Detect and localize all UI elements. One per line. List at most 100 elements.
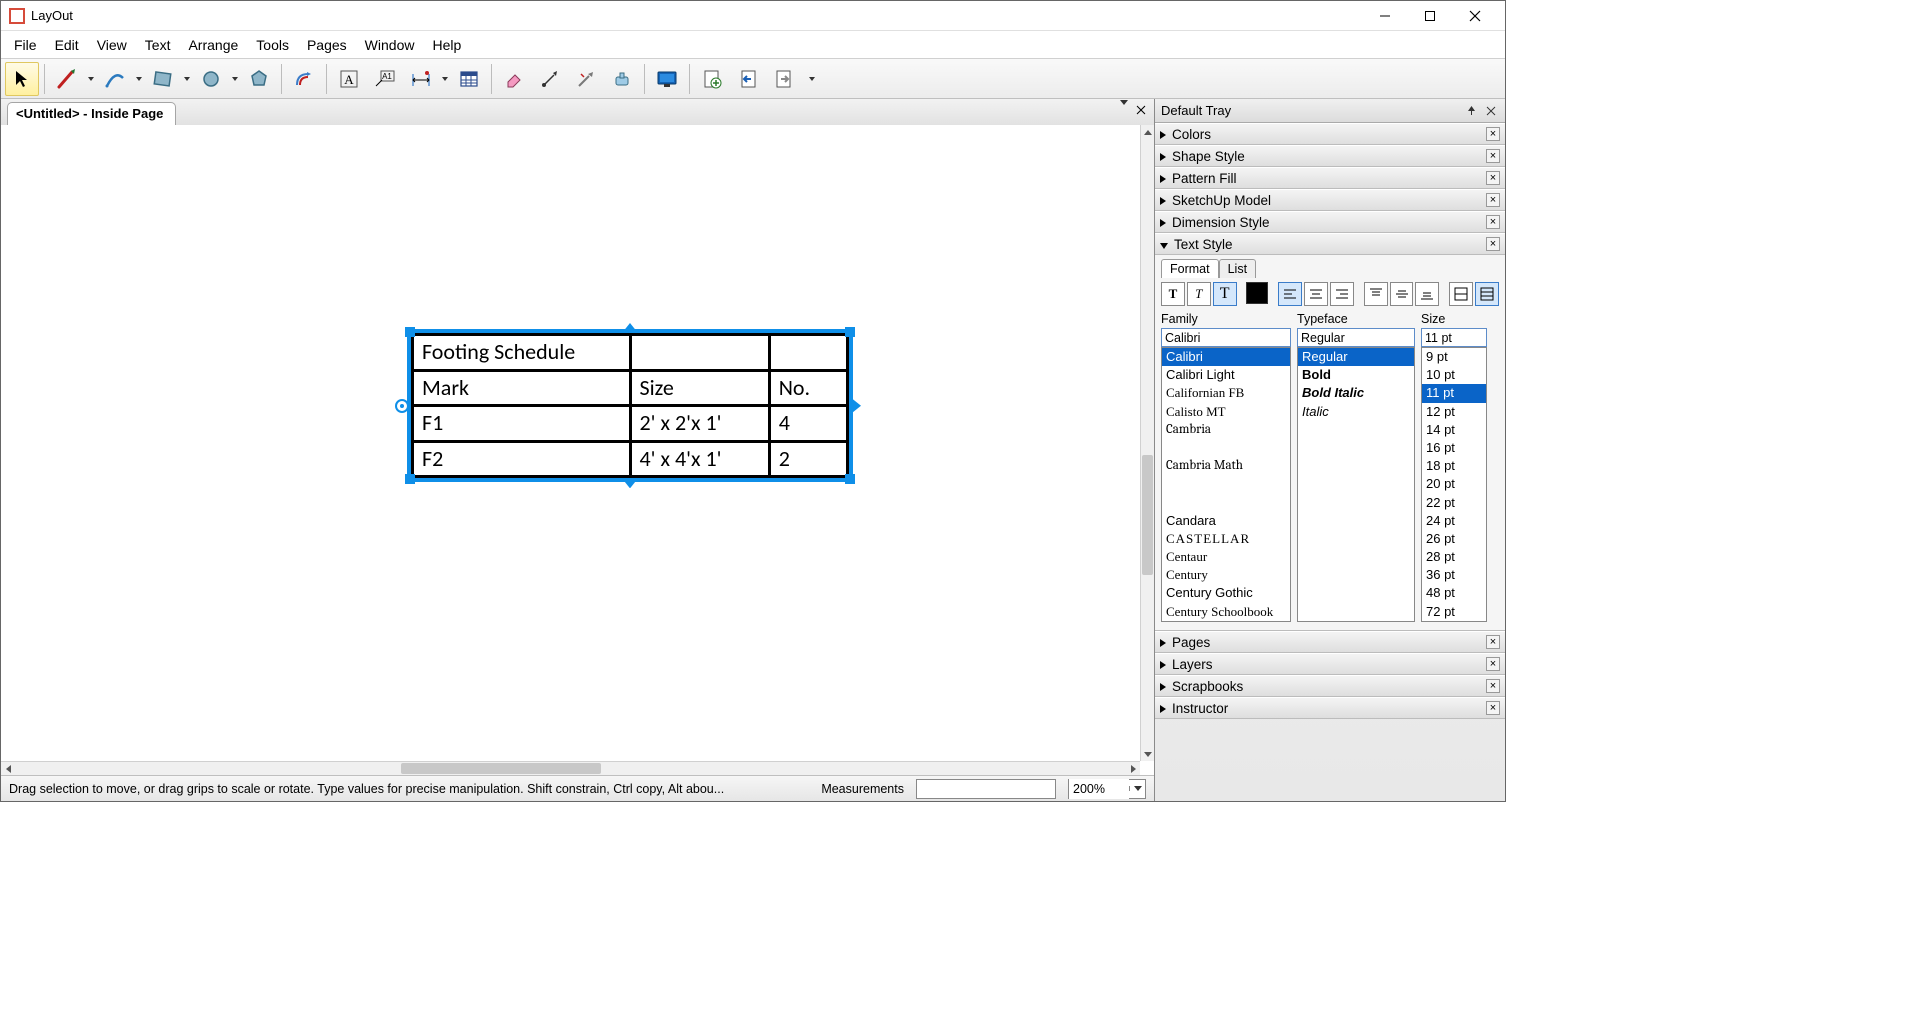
format-align-right-button[interactable] — [1330, 282, 1354, 306]
panel-head-pages[interactable]: Pages× — [1155, 631, 1505, 653]
tool-arc-dropdown[interactable] — [134, 62, 144, 96]
menu-file[interactable]: File — [5, 33, 46, 57]
family-list[interactable]: CalibriCalibri LightCalifornian FBCalist… — [1161, 347, 1291, 622]
page-next[interactable] — [767, 62, 801, 96]
selected-table[interactable]: Footing ScheduleMarkSizeNo.F12' x 2'x 1'… — [411, 333, 849, 478]
list-item[interactable]: 36 pt — [1422, 566, 1486, 584]
toolbar-overflow[interactable] — [807, 62, 817, 96]
menu-window[interactable]: Window — [356, 33, 424, 57]
table-cell[interactable]: 2' x 2'x 1' — [630, 406, 769, 442]
menu-text[interactable]: Text — [136, 33, 180, 57]
panel-close-icon[interactable]: × — [1486, 701, 1500, 715]
table-row[interactable]: F24' x 4'x 1'2 — [413, 441, 848, 477]
rotate-handle[interactable] — [395, 399, 409, 413]
panel-close-icon[interactable]: × — [1486, 127, 1500, 141]
scroll-right[interactable] — [1126, 762, 1140, 775]
page-prev[interactable] — [731, 62, 765, 96]
table-cell[interactable] — [769, 335, 847, 371]
tool-split[interactable] — [569, 62, 603, 96]
format-grid-on-button[interactable] — [1475, 282, 1499, 306]
list-item[interactable]: Calibri Light — [1162, 366, 1290, 384]
list-item[interactable]: 9 pt — [1422, 348, 1486, 366]
tool-line-dropdown[interactable] — [86, 62, 96, 96]
grip-bottom-left[interactable] — [405, 474, 415, 484]
tool-style[interactable] — [533, 62, 567, 96]
tool-circle-dropdown[interactable] — [230, 62, 240, 96]
grip-bottom-mid[interactable] — [622, 478, 638, 488]
list-item[interactable]: Century Gothic — [1162, 584, 1290, 602]
tool-polygon[interactable] — [242, 62, 276, 96]
text-color-swatch[interactable] — [1246, 282, 1268, 304]
tool-text[interactable]: A — [332, 62, 366, 96]
horizontal-scrollbar[interactable] — [1, 761, 1140, 775]
format-align-center-button[interactable] — [1304, 282, 1328, 306]
tool-present[interactable] — [650, 62, 684, 96]
scroll-left[interactable] — [1, 762, 15, 775]
tool-dimension[interactable] — [404, 62, 438, 96]
list-item[interactable]: Cambria Math — [1162, 457, 1290, 475]
list-item[interactable] — [1162, 439, 1290, 457]
list-item[interactable]: Calibri — [1162, 348, 1290, 366]
tool-arc[interactable] — [98, 62, 132, 96]
table-cell[interactable]: Size — [630, 370, 769, 406]
grip-right-mid[interactable] — [851, 398, 861, 414]
list-item[interactable]: 10 pt — [1422, 366, 1486, 384]
panel-head-sketchup-model[interactable]: SketchUp Model× — [1155, 189, 1505, 211]
table-cell[interactable]: 4 — [769, 406, 847, 442]
format-grid-off-button[interactable] — [1449, 282, 1473, 306]
panel-head-instructor[interactable]: Instructor× — [1155, 697, 1505, 719]
list-item[interactable]: 24 pt — [1422, 512, 1486, 530]
list-item[interactable]: Centaur — [1162, 548, 1290, 566]
panel-head-scrapbooks[interactable]: Scrapbooks× — [1155, 675, 1505, 697]
vscroll-thumb[interactable] — [1142, 455, 1153, 575]
grip-bottom-right[interactable] — [845, 474, 855, 484]
size-input[interactable] — [1421, 328, 1487, 347]
list-item[interactable]: 28 pt — [1422, 548, 1486, 566]
tray-pin-icon[interactable] — [1463, 103, 1479, 119]
list-item[interactable]: 18 pt — [1422, 457, 1486, 475]
list-item[interactable]: 72 pt — [1422, 603, 1486, 621]
list-item[interactable]: Century — [1162, 566, 1290, 584]
grip-top-mid[interactable] — [622, 323, 638, 333]
scroll-down[interactable] — [1141, 747, 1154, 761]
menu-arrange[interactable]: Arrange — [179, 33, 247, 57]
table-cell[interactable]: 4' x 4'x 1' — [630, 441, 769, 477]
tool-rectangle[interactable] — [146, 62, 180, 96]
panel-close-icon[interactable]: × — [1486, 635, 1500, 649]
page-add[interactable] — [695, 62, 729, 96]
format-underline-button[interactable]: T — [1213, 282, 1237, 306]
zoom-dropdown[interactable] — [1129, 786, 1145, 791]
document-tab[interactable]: <Untitled> - Inside Page — [7, 102, 176, 125]
table-row[interactable]: Footing Schedule — [413, 335, 848, 371]
tool-offset[interactable] — [287, 62, 321, 96]
canvas[interactable]: Footing ScheduleMarkSizeNo.F12' x 2'x 1'… — [1, 125, 1140, 761]
list-item[interactable]: Italic — [1298, 403, 1414, 421]
list-item[interactable]: 11 pt — [1422, 384, 1486, 402]
table-cell[interactable]: Mark — [413, 370, 631, 406]
family-input[interactable] — [1161, 328, 1291, 347]
format-italic-button[interactable]: T — [1187, 282, 1211, 306]
table-row[interactable]: MarkSizeNo. — [413, 370, 848, 406]
table-cell[interactable]: 2 — [769, 441, 847, 477]
tool-label[interactable]: A1 — [368, 62, 402, 96]
list-item[interactable] — [1162, 475, 1290, 493]
list-item[interactable] — [1162, 494, 1290, 512]
tool-join[interactable] — [605, 62, 639, 96]
list-item[interactable]: 16 pt — [1422, 439, 1486, 457]
panel-close-icon[interactable]: × — [1486, 237, 1500, 251]
tool-dimension-dropdown[interactable] — [440, 62, 450, 96]
list-item[interactable]: Calisto MT — [1162, 403, 1290, 421]
format-valign-bottom-button[interactable] — [1415, 282, 1439, 306]
list-item[interactable]: Bold — [1298, 366, 1414, 384]
list-item[interactable]: Regular — [1298, 348, 1414, 366]
grip-top-right[interactable] — [845, 327, 855, 337]
panel-close-icon[interactable]: × — [1486, 171, 1500, 185]
menu-pages[interactable]: Pages — [298, 33, 356, 57]
menu-edit[interactable]: Edit — [46, 33, 88, 57]
typeface-list[interactable]: RegularBoldBold ItalicItalic — [1297, 347, 1415, 622]
table-cell[interactable]: Footing Schedule — [413, 335, 631, 371]
panel-close-icon[interactable]: × — [1486, 193, 1500, 207]
panel-head-pattern-fill[interactable]: Pattern Fill× — [1155, 167, 1505, 189]
panel-close-icon[interactable]: × — [1486, 679, 1500, 693]
document-tab-dropdown[interactable] — [1120, 105, 1128, 120]
